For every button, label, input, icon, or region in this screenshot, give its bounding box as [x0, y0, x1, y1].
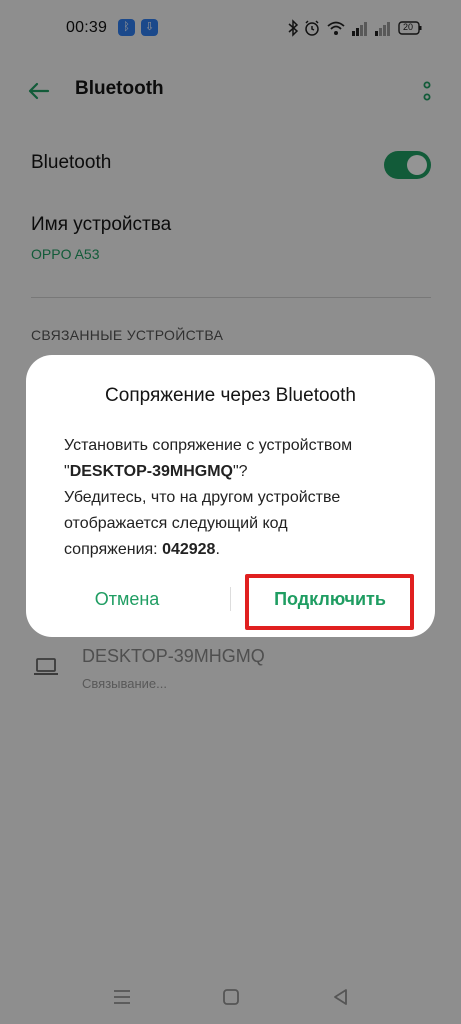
dialog-quote-close: "? — [232, 463, 248, 480]
dialog-message: Установить сопряжение с устройством "DES… — [64, 433, 404, 563]
button-separator — [230, 587, 231, 611]
back-nav-icon[interactable] — [330, 986, 352, 1008]
dialog-device-name: DESKTOP-39MHGMQ — [69, 463, 233, 480]
navigation-bar — [0, 974, 461, 1024]
dialog-line-5-prefix: сопряжения: — [64, 541, 163, 558]
dialog-title: Сопряжение через Bluetooth — [105, 385, 356, 406]
dialog-line-5-suffix: . — [215, 541, 220, 558]
dialog-line-1: Установить сопряжение с устройством — [64, 437, 353, 454]
cancel-button[interactable]: Отмена — [52, 575, 202, 623]
dialog-line-3: Убедитесь, что на другом устройстве — [64, 489, 341, 506]
connect-button-highlight — [245, 574, 414, 630]
menu-icon[interactable] — [111, 986, 133, 1008]
dialog-line-4: отображается следующий код — [64, 515, 288, 532]
home-icon[interactable] — [220, 986, 242, 1008]
pairing-code: 042928 — [162, 541, 216, 558]
